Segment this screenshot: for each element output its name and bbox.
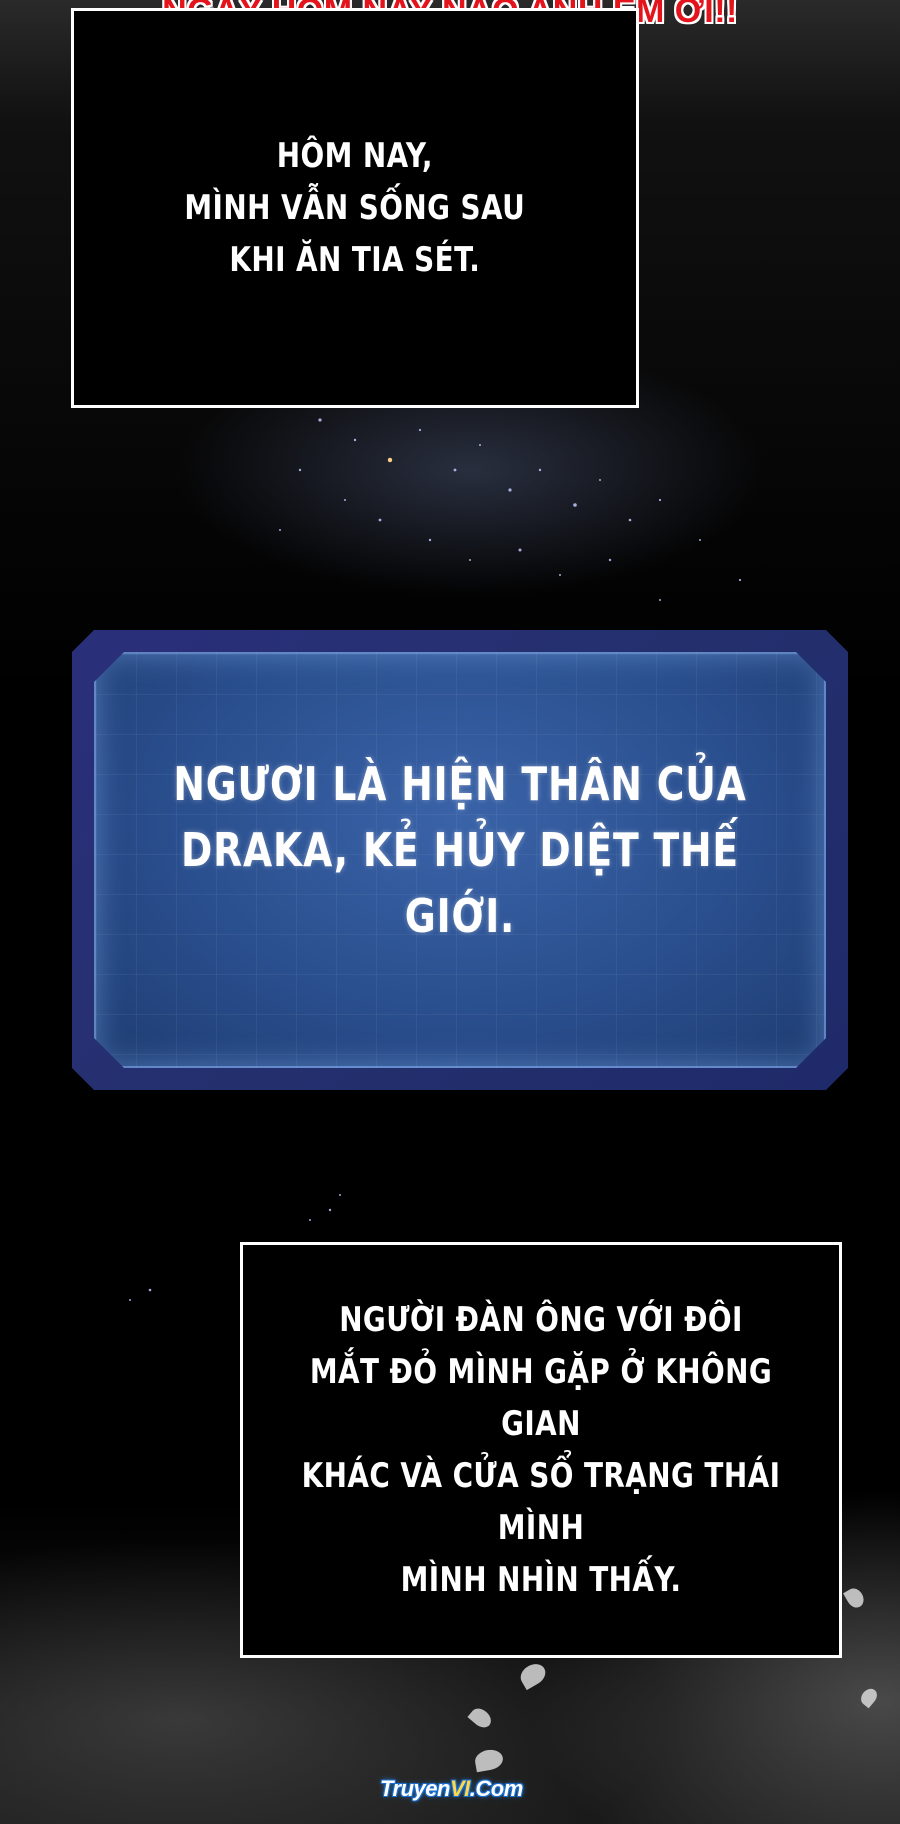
narration-line: MÌNH NHÌN THẤY. (400, 1560, 682, 1600)
watermark-accent: VI (449, 1776, 470, 1801)
narration-line: NGƯỜI ĐÀN ÔNG VỚI ĐÔI (339, 1300, 743, 1340)
system-message-line: NGƯƠI LÀ HIỆN THÂN CỦA (173, 757, 747, 811)
narration-line: KHI ĂN TIA SÉT. (229, 240, 481, 280)
narration-text-top: HÔM NAY, MÌNH VẪN SỐNG SAU KHI ĂN TIA SÉ… (185, 130, 526, 286)
narration-line: MÌNH VẪN SỐNG SAU (184, 188, 526, 228)
narration-box-bottom: NGƯỜI ĐÀN ÔNG VỚI ĐÔI MẮT ĐỎ MÌNH GẶP Ở … (240, 1242, 842, 1658)
system-window-panel: NGƯƠI LÀ HIỆN THÂN CỦA DRAKA, KẺ HỦY DIỆ… (94, 652, 826, 1068)
narration-box-top: HÔM NAY, MÌNH VẪN SỐNG SAU KHI ĂN TIA SÉ… (71, 8, 639, 408)
watermark-prefix: Truyen (380, 1776, 450, 1801)
narration-line: MẮT ĐỎ MÌNH GẶP Ở KHÔNG GIAN (309, 1352, 773, 1444)
site-watermark-logo: TruyenVI.Com (380, 1776, 523, 1802)
narration-line: HÔM NAY, (276, 136, 434, 176)
narration-line: KHÁC VÀ CỬA SỔ TRẠNG THÁI MÌNH (301, 1456, 781, 1548)
system-message: NGƯƠI LÀ HIỆN THÂN CỦA DRAKA, KẺ HỦY DIỆ… (162, 751, 759, 949)
watermark-suffix: .Com (469, 1776, 524, 1801)
system-message-line: DRAKA, KẺ HỦY DIỆT THẾ GIỚI. (181, 823, 739, 943)
system-status-window: NGƯƠI LÀ HIỆN THÂN CỦA DRAKA, KẺ HỦY DIỆ… (72, 630, 848, 1090)
narration-text-bottom: NGƯỜI ĐÀN ÔNG VỚI ĐÔI MẮT ĐỎ MÌNH GẶP Ở … (297, 1294, 786, 1606)
